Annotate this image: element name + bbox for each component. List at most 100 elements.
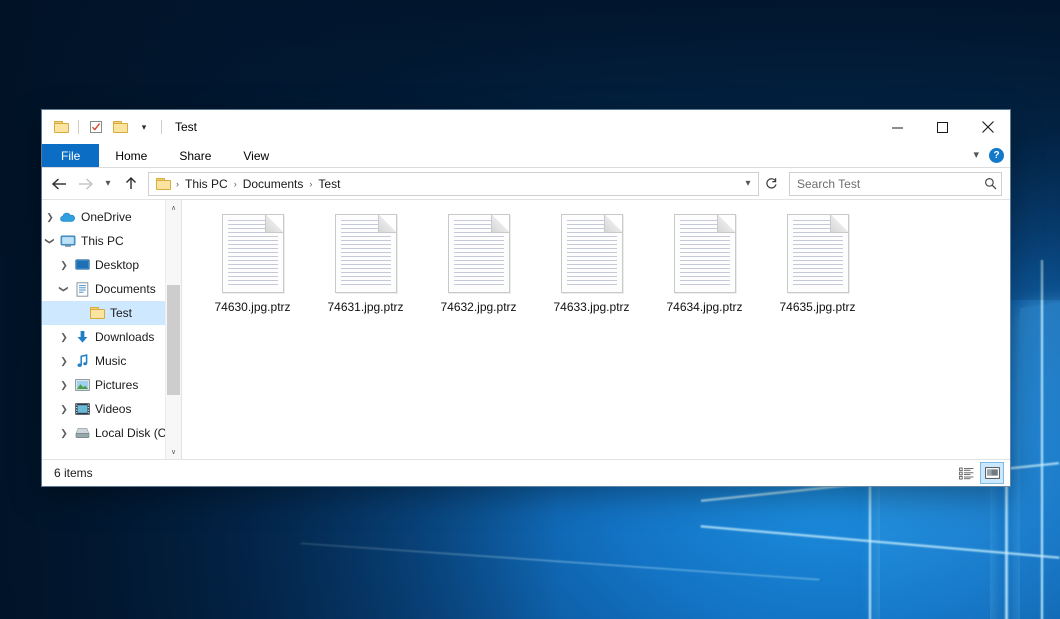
breadcrumb-test[interactable]: Test <box>315 177 343 191</box>
file-item[interactable]: 74630.jpg.ptrz <box>196 210 309 314</box>
details-view-button[interactable] <box>955 463 977 483</box>
video-icon <box>72 397 92 421</box>
expand-ribbon-chevron-down-icon[interactable]: ▾ <box>973 150 979 161</box>
music-icon <box>72 349 92 373</box>
ribbon-right-controls: ▾ ? <box>973 144 1004 167</box>
file-name: 74635.jpg.ptrz <box>779 300 855 314</box>
file-item[interactable]: 74631.jpg.ptrz <box>309 210 422 314</box>
generic-document-icon <box>222 214 284 293</box>
generic-document-icon <box>335 214 397 293</box>
recent-locations-chevron-down-icon[interactable]: ▾ <box>98 171 118 197</box>
forward-button[interactable] <box>72 171 98 197</box>
item-count-label: 6 items <box>54 466 93 480</box>
explorer-body: ❯ OneDrive ❯ This PC <box>42 199 1010 459</box>
sidebar-item-test[interactable]: Test <box>42 301 181 325</box>
maximize-button[interactable] <box>920 110 965 144</box>
chevron-right-icon[interactable]: ❯ <box>56 397 72 421</box>
scroll-down-arrow-icon[interactable]: ∨ <box>166 444 181 459</box>
address-bar[interactable]: › This PC › Documents › Test ▾ <box>148 172 759 196</box>
large-icons-view-button[interactable] <box>980 462 1004 484</box>
search-icon[interactable] <box>984 177 997 190</box>
quick-access-chevron-down-icon[interactable]: ▾ <box>134 117 154 137</box>
file-item[interactable]: 74633.jpg.ptrz <box>535 210 648 314</box>
sidebar-item-label: Desktop <box>92 258 139 272</box>
up-button[interactable] <box>118 171 144 197</box>
sidebar-item-music[interactable]: ❯ Music <box>42 349 181 373</box>
picture-icon <box>72 373 92 397</box>
generic-document-icon <box>448 214 510 293</box>
generic-document-icon <box>674 214 736 293</box>
chevron-right-icon[interactable]: ❯ <box>56 421 72 445</box>
sidebar-item-pictures[interactable]: ❯ Pictures <box>42 373 181 397</box>
search-input[interactable]: Search Test <box>789 172 1002 196</box>
chevron-right-icon[interactable]: ❯ <box>56 373 72 397</box>
sidebar-item-onedrive[interactable]: ❯ OneDrive <box>42 205 181 229</box>
sidebar-item-label: Test <box>107 306 132 320</box>
sidebar-item-downloads[interactable]: ❯ Downloads <box>42 325 181 349</box>
chevron-right-icon[interactable]: ❯ <box>56 349 72 373</box>
sidebar-item-label: Pictures <box>92 378 138 392</box>
wallpaper-ray-vertical-2 <box>1040 260 1044 619</box>
sidebar-item-desktop[interactable]: ❯ Desktop <box>42 253 181 277</box>
refresh-icon[interactable] <box>761 174 781 194</box>
sidebar-item-label: Music <box>92 354 126 368</box>
breadcrumb-separator-2: › <box>306 179 315 189</box>
chevron-right-icon[interactable]: ❯ <box>56 325 72 349</box>
folder-icon <box>87 301 107 325</box>
sidebar-scrollbar[interactable]: ∧ ∨ <box>165 200 181 459</box>
sidebar-item-this-pc[interactable]: ❯ This PC <box>42 229 181 253</box>
toolbar-separator-2 <box>161 120 162 134</box>
file-item[interactable]: 74634.jpg.ptrz <box>648 210 761 314</box>
sidebar-item-documents[interactable]: ❯ Documents <box>42 277 181 301</box>
navigation-bar: ▾ › This PC › Documents › Test ▾ <box>42 168 1010 199</box>
title-bar: ▾ Test <box>42 110 1010 144</box>
close-button[interactable] <box>965 110 1010 144</box>
ribbon-tab-strip: File Home Share View ▾ ? <box>42 144 1010 168</box>
breadcrumb-this-pc[interactable]: This PC <box>182 177 231 191</box>
navigation-pane: ❯ OneDrive ❯ This PC <box>42 200 181 459</box>
chevron-down-icon[interactable]: ❯ <box>52 281 76 297</box>
address-folder-icon <box>153 178 173 190</box>
sidebar-item-label: Downloads <box>92 330 154 344</box>
window-title: Test <box>175 120 197 134</box>
tab-view[interactable]: View <box>227 144 285 167</box>
file-name: 74634.jpg.ptrz <box>666 300 742 314</box>
generic-document-icon <box>561 214 623 293</box>
sidebar-item-label: Videos <box>92 402 131 416</box>
file-list-view[interactable]: 74630.jpg.ptrz 74631.jpg.ptrz 74632.jpg.… <box>181 200 1010 459</box>
minimize-button[interactable] <box>875 110 920 144</box>
window-controls <box>875 110 1010 144</box>
breadcrumb-separator-0: › <box>173 179 182 189</box>
download-icon <box>72 325 92 349</box>
chevron-down-icon[interactable]: ❯ <box>42 233 62 249</box>
sidebar-item-local-disk-c[interactable]: ❯ Local Disk (C:) <box>42 421 181 445</box>
address-dropdown-chevron-down-icon[interactable]: ▾ <box>738 174 758 194</box>
sidebar-item-videos[interactable]: ❯ Videos <box>42 397 181 421</box>
scroll-up-arrow-icon[interactable]: ∧ <box>166 200 181 215</box>
file-item[interactable]: 74632.jpg.ptrz <box>422 210 535 314</box>
file-name: 74631.jpg.ptrz <box>327 300 403 314</box>
sidebar-item-label: OneDrive <box>78 210 132 224</box>
view-mode-buttons <box>955 462 1004 484</box>
chevron-right-icon[interactable]: ❯ <box>56 253 72 277</box>
desktop-icon <box>72 253 92 277</box>
generic-document-icon <box>787 214 849 293</box>
scrollbar-thumb[interactable] <box>167 285 180 395</box>
folder-icon[interactable] <box>51 117 71 137</box>
file-name: 74630.jpg.ptrz <box>214 300 290 314</box>
properties-checkbox-icon[interactable] <box>86 117 106 137</box>
chevron-right-icon[interactable]: ❯ <box>42 205 58 229</box>
file-name: 74633.jpg.ptrz <box>553 300 629 314</box>
toolbar-separator <box>78 120 79 134</box>
back-button[interactable] <box>46 171 72 197</box>
breadcrumb-documents[interactable]: Documents <box>240 177 307 191</box>
new-folder-icon[interactable] <box>110 117 130 137</box>
tab-file[interactable]: File <box>42 144 99 167</box>
tab-share[interactable]: Share <box>163 144 227 167</box>
tab-home[interactable]: Home <box>99 144 163 167</box>
file-item[interactable]: 74635.jpg.ptrz <box>761 210 874 314</box>
cloud-icon <box>58 205 78 229</box>
drive-icon <box>72 421 92 445</box>
help-icon[interactable]: ? <box>989 148 1004 163</box>
quick-access-toolbar: ▾ Test <box>42 110 197 144</box>
